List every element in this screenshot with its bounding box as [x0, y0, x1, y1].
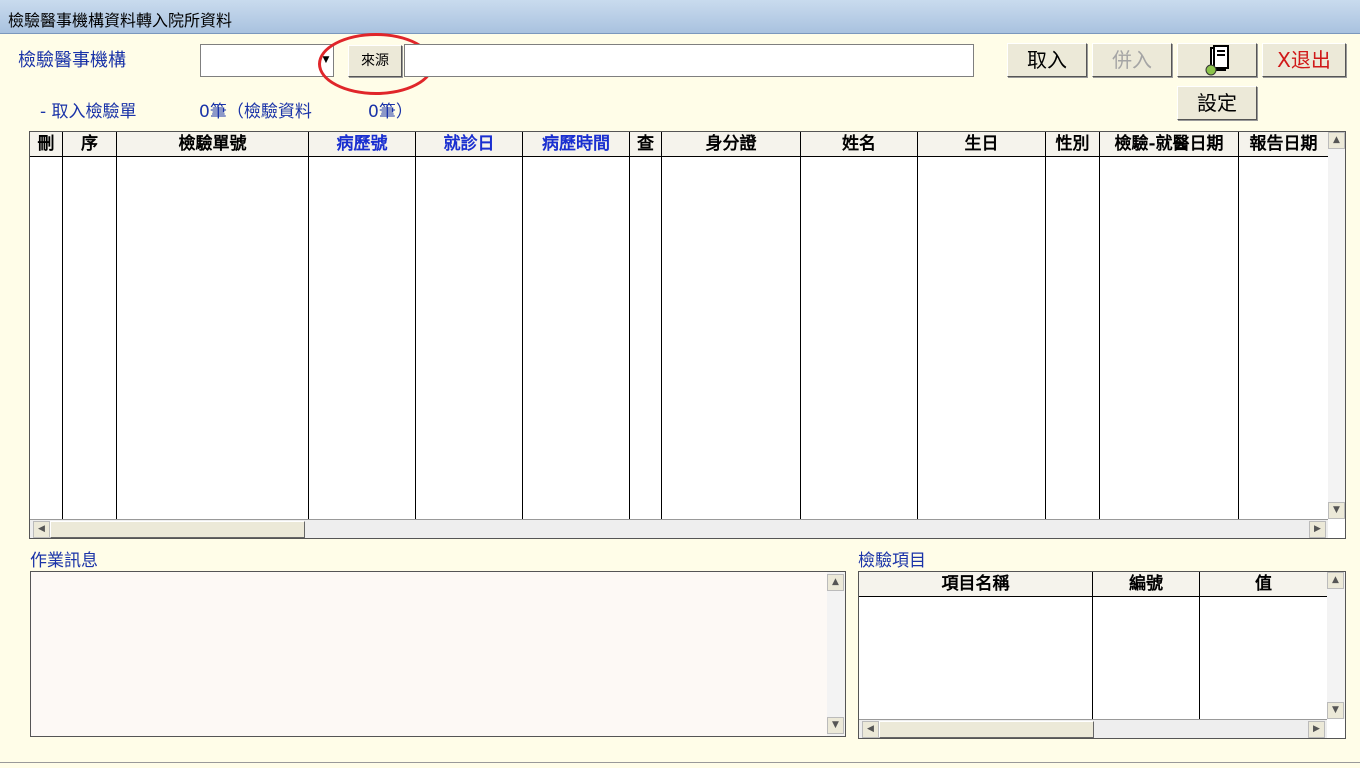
- book-button[interactable]: [1177, 43, 1257, 77]
- scroll-up-icon[interactable]: ▲: [827, 574, 844, 591]
- grid-column: [523, 157, 630, 519]
- messages-label: 作業訊息: [30, 551, 98, 571]
- window-title: 檢驗醫事機構資料轉入院所資料: [8, 11, 233, 30]
- grid-column: [859, 597, 1093, 719]
- col-header-id[interactable]: 身分證: [662, 132, 801, 157]
- col-header-chart-time[interactable]: 病歷時間: [523, 132, 630, 157]
- retrieved-label: - 取入檢驗單: [40, 102, 137, 122]
- items-grid[interactable]: 項目名稱 編號 值 ▲ ▼ ◀ ▶: [858, 571, 1346, 739]
- col-header-visit-date[interactable]: 就診日: [416, 132, 523, 157]
- col-header-sex[interactable]: 性別: [1046, 132, 1100, 157]
- scroll-up-icon[interactable]: ▲: [1327, 572, 1344, 589]
- col-header-report-date[interactable]: 報告日期: [1239, 132, 1329, 157]
- grid-column: [416, 157, 523, 519]
- messages-scrollbar[interactable]: ▲ ▼: [827, 572, 845, 736]
- scroll-right-icon[interactable]: ▶: [1309, 521, 1326, 538]
- col-header-test-date[interactable]: 檢驗-就醫日期: [1100, 132, 1239, 157]
- data-count: 0筆）: [368, 102, 413, 122]
- items-label: 檢驗項目: [858, 551, 926, 571]
- col-header-check[interactable]: 查: [630, 132, 662, 157]
- grid-column: [1100, 157, 1239, 519]
- book-icon: [1205, 45, 1229, 76]
- scroll-up-icon[interactable]: ▲: [1328, 132, 1345, 149]
- settings-button[interactable]: 設定: [1177, 86, 1257, 120]
- scroll-left-icon[interactable]: ◀: [862, 721, 879, 738]
- grid-column: [117, 157, 309, 519]
- col-header-chart-no[interactable]: 病歷號: [309, 132, 416, 157]
- source-button[interactable]: 來源: [348, 45, 402, 77]
- col-header-item-no[interactable]: 編號: [1093, 572, 1200, 597]
- items-horizontal-scrollbar[interactable]: ◀ ▶: [859, 719, 1327, 738]
- messages-box[interactable]: ▲ ▼: [30, 571, 846, 737]
- merge-button[interactable]: 併入: [1092, 43, 1172, 77]
- col-header-order-no[interactable]: 檢驗單號: [117, 132, 309, 157]
- scroll-down-icon[interactable]: ▼: [1328, 502, 1345, 519]
- grid-column: [918, 157, 1046, 519]
- col-header-item-name[interactable]: 項目名稱: [859, 572, 1093, 597]
- main-grid[interactable]: 刪 序 檢驗單號 病歷號 就診日 病歷時間 查 身分證 姓名 生日 性別 檢驗-…: [29, 131, 1346, 539]
- scroll-left-icon[interactable]: ◀: [33, 521, 50, 538]
- grid-column: [662, 157, 801, 519]
- col-header-value[interactable]: 值: [1200, 572, 1328, 597]
- horizontal-scrollbar[interactable]: ◀ ▶: [30, 519, 1328, 538]
- grid-column: [630, 157, 662, 519]
- institution-combo[interactable]: ▼: [200, 44, 334, 77]
- exit-button[interactable]: X退出: [1262, 43, 1346, 77]
- grid-column: [801, 157, 918, 519]
- scroll-right-icon[interactable]: ▶: [1308, 721, 1325, 738]
- import-button[interactable]: 取入: [1007, 43, 1087, 77]
- items-vertical-scrollbar[interactable]: ▲ ▼: [1327, 572, 1345, 719]
- grid-column: [30, 157, 63, 519]
- title-bar: 檢驗醫事機構資料轉入院所資料: [0, 0, 1360, 34]
- institution-name-field[interactable]: [404, 44, 974, 77]
- grid-column: [63, 157, 117, 519]
- vertical-scrollbar[interactable]: ▲ ▼: [1328, 132, 1345, 519]
- institution-label: 檢驗醫事機構: [18, 50, 126, 71]
- scroll-thumb[interactable]: [50, 521, 305, 538]
- col-header-delete[interactable]: 刪: [30, 132, 63, 157]
- col-header-seq[interactable]: 序: [63, 132, 117, 157]
- record-count: 0筆（檢驗資料: [199, 102, 312, 122]
- grid-column: [309, 157, 416, 519]
- grid-column: [1046, 157, 1100, 519]
- col-header-birthday[interactable]: 生日: [918, 132, 1046, 157]
- scroll-thumb[interactable]: [879, 721, 1094, 738]
- scroll-down-icon[interactable]: ▼: [827, 717, 844, 734]
- divider: [0, 762, 1360, 763]
- grid-column: [1093, 597, 1200, 719]
- scroll-down-icon[interactable]: ▼: [1327, 702, 1344, 719]
- col-header-name[interactable]: 姓名: [801, 132, 918, 157]
